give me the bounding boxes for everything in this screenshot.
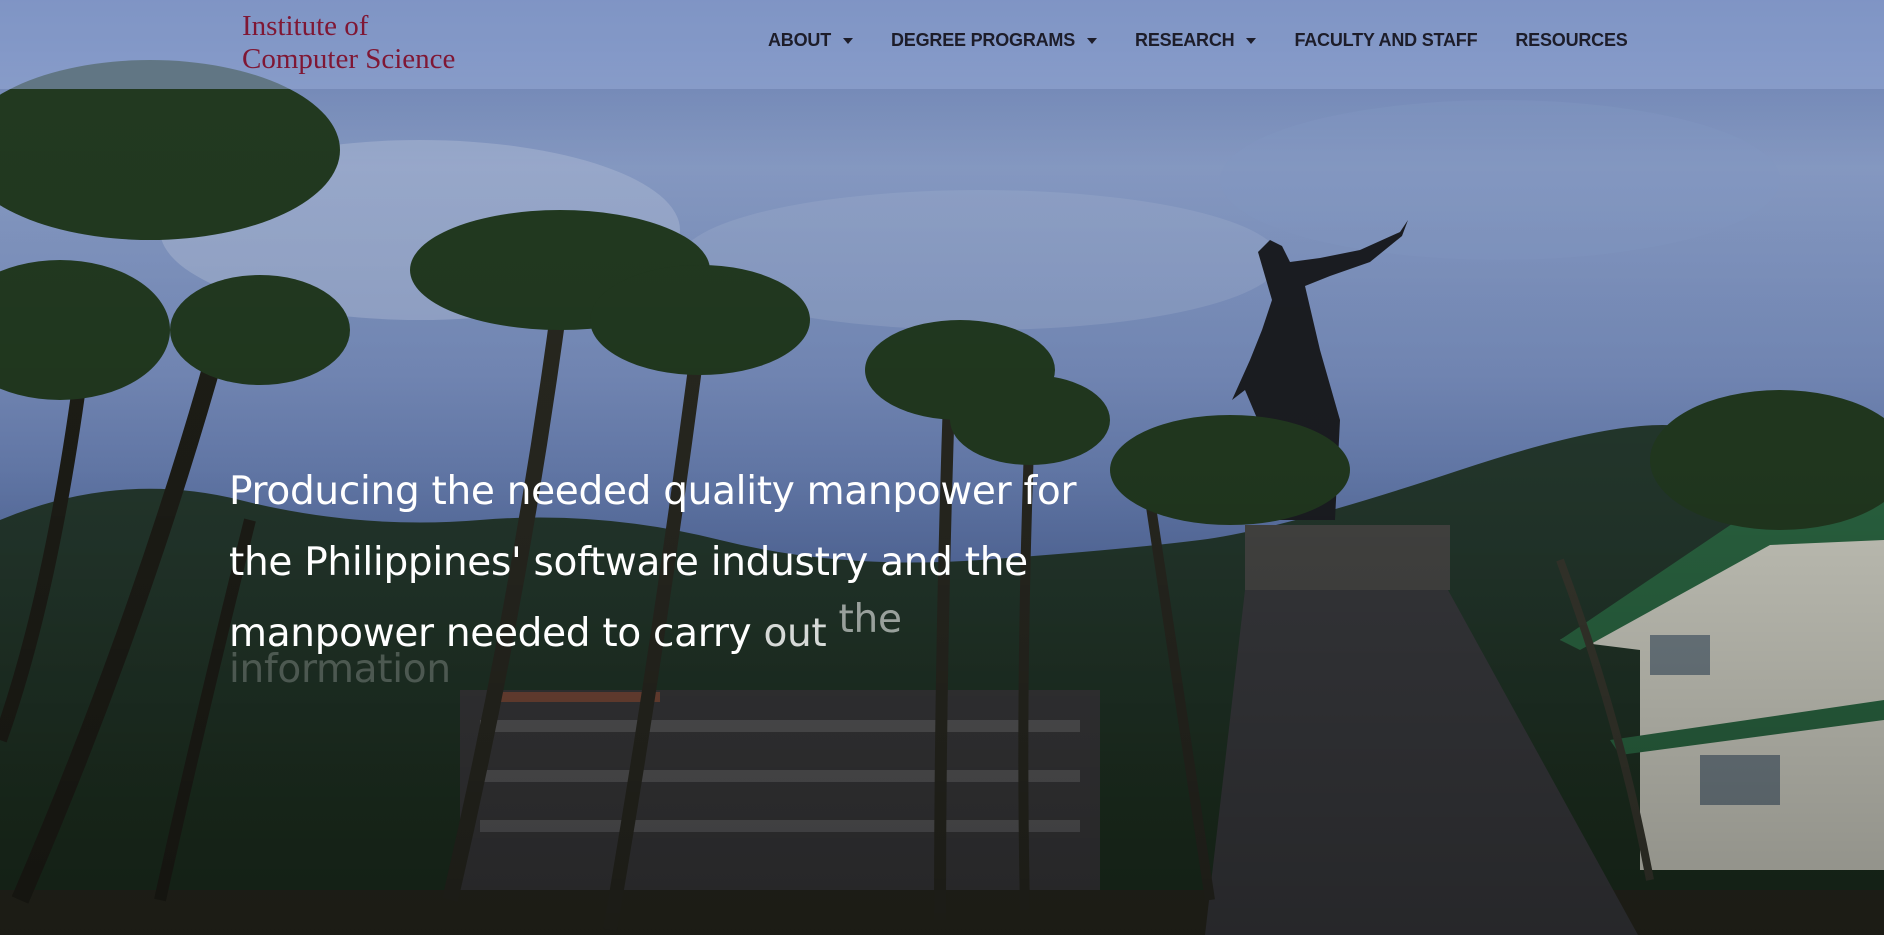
nav-item-research[interactable]: RESEARCH (1135, 30, 1257, 51)
hero-line-3-part-b: carry (653, 611, 752, 656)
hero-line-4: information (229, 647, 451, 692)
nav-item-about[interactable]: ABOUT (768, 30, 853, 51)
nav-resources-label: RESOURCES (1515, 30, 1628, 50)
site-header: Institute of Computer Science ABOUT DEGR… (0, 0, 1884, 89)
main-navigation: ABOUT DEGREE PROGRAMS RESEARCH FACULTY A… (768, 30, 1628, 51)
nav-faculty-and-staff-label: FACULTY AND STAFF (1294, 30, 1478, 50)
hero-line-3-part-d: the (838, 597, 902, 642)
logo-line-2: Computer Science (242, 43, 456, 75)
nav-item-degree-programs[interactable]: DEGREE PROGRAMS (891, 30, 1098, 51)
chevron-down-icon (1087, 37, 1098, 44)
nav-about-label: ABOUT (768, 30, 831, 50)
logo-line-1: Institute of (242, 10, 369, 42)
site-logo-link[interactable]: Institute of Computer Science (242, 10, 455, 76)
nav-degree-programs-label: DEGREE PROGRAMS (891, 30, 1076, 50)
hero-line-2: the Philippines' software industry and t… (229, 540, 1028, 585)
nav-item-faculty-and-staff[interactable]: FACULTY AND STAFF (1294, 30, 1477, 51)
chevron-down-icon (1246, 37, 1257, 44)
hero-tagline: Producing the needed quality manpower fo… (229, 456, 1149, 692)
hero-line-3-part-c: out (763, 611, 827, 656)
hero-line-1: Producing the needed quality manpower fo… (229, 469, 1077, 514)
nav-item-resources[interactable]: RESOURCES (1515, 30, 1627, 51)
chevron-down-icon (843, 37, 853, 44)
nav-research-label: RESEARCH (1135, 30, 1235, 50)
